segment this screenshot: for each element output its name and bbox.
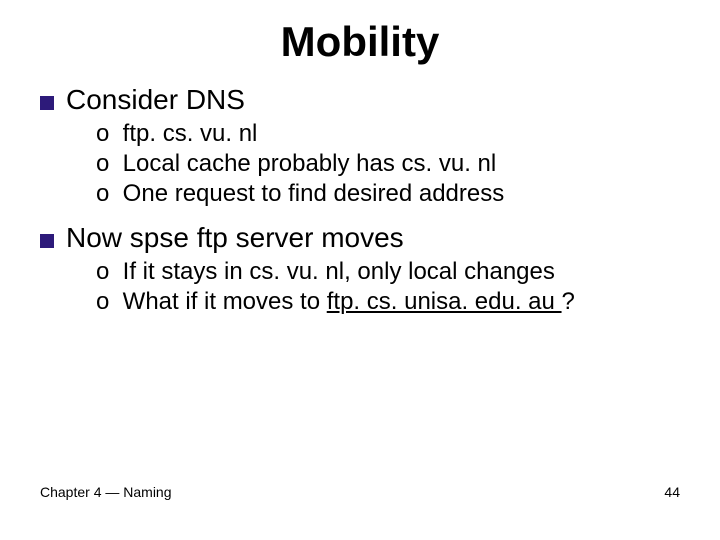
footer: Chapter 4 — Naming 44 — [40, 484, 680, 500]
sub-text: One request to find desired address — [123, 180, 505, 207]
o-bullet-icon: o — [96, 150, 116, 178]
o-bullet-icon: o — [96, 258, 116, 286]
sub-list: o ftp. cs. vu. nl o Local cache probably… — [96, 120, 680, 208]
sub-text-suffix: ? — [562, 288, 575, 315]
o-bullet-icon: o — [96, 120, 116, 148]
o-bullet-icon: o — [96, 180, 116, 208]
sub-item: o What if it moves to ftp. cs. unisa. ed… — [96, 288, 680, 316]
slide-title: Mobility — [40, 18, 680, 66]
bullet-text: Now spse ftp server moves — [66, 222, 404, 254]
sub-item: o Local cache probably has cs. vu. nl — [96, 150, 680, 178]
bullet-consider-dns: Consider DNS — [40, 84, 680, 116]
bullet-text: Consider DNS — [66, 84, 245, 116]
sub-item: o One request to find desired address — [96, 180, 680, 208]
sub-item: o If it stays in cs. vu. nl, only local … — [96, 258, 680, 286]
sub-item: o ftp. cs. vu. nl — [96, 120, 680, 148]
sub-text: ftp. cs. vu. nl — [123, 120, 258, 147]
sub-list: o If it stays in cs. vu. nl, only local … — [96, 258, 680, 316]
footer-chapter: Chapter 4 — Naming — [40, 484, 172, 500]
square-bullet-icon — [40, 234, 54, 248]
footer-page-number: 44 — [664, 484, 680, 500]
sub-text: Local cache probably has cs. vu. nl — [123, 150, 497, 177]
sub-text-link: ftp. cs. unisa. edu. au — [327, 288, 562, 315]
sub-text: If it stays in cs. vu. nl, only local ch… — [123, 258, 555, 285]
square-bullet-icon — [40, 96, 54, 110]
o-bullet-icon: o — [96, 288, 116, 316]
slide: Mobility Consider DNS o ftp. cs. vu. nl … — [0, 0, 720, 540]
bullet-now-spse: Now spse ftp server moves — [40, 222, 680, 254]
sub-text-prefix: What if it moves to — [123, 288, 327, 315]
